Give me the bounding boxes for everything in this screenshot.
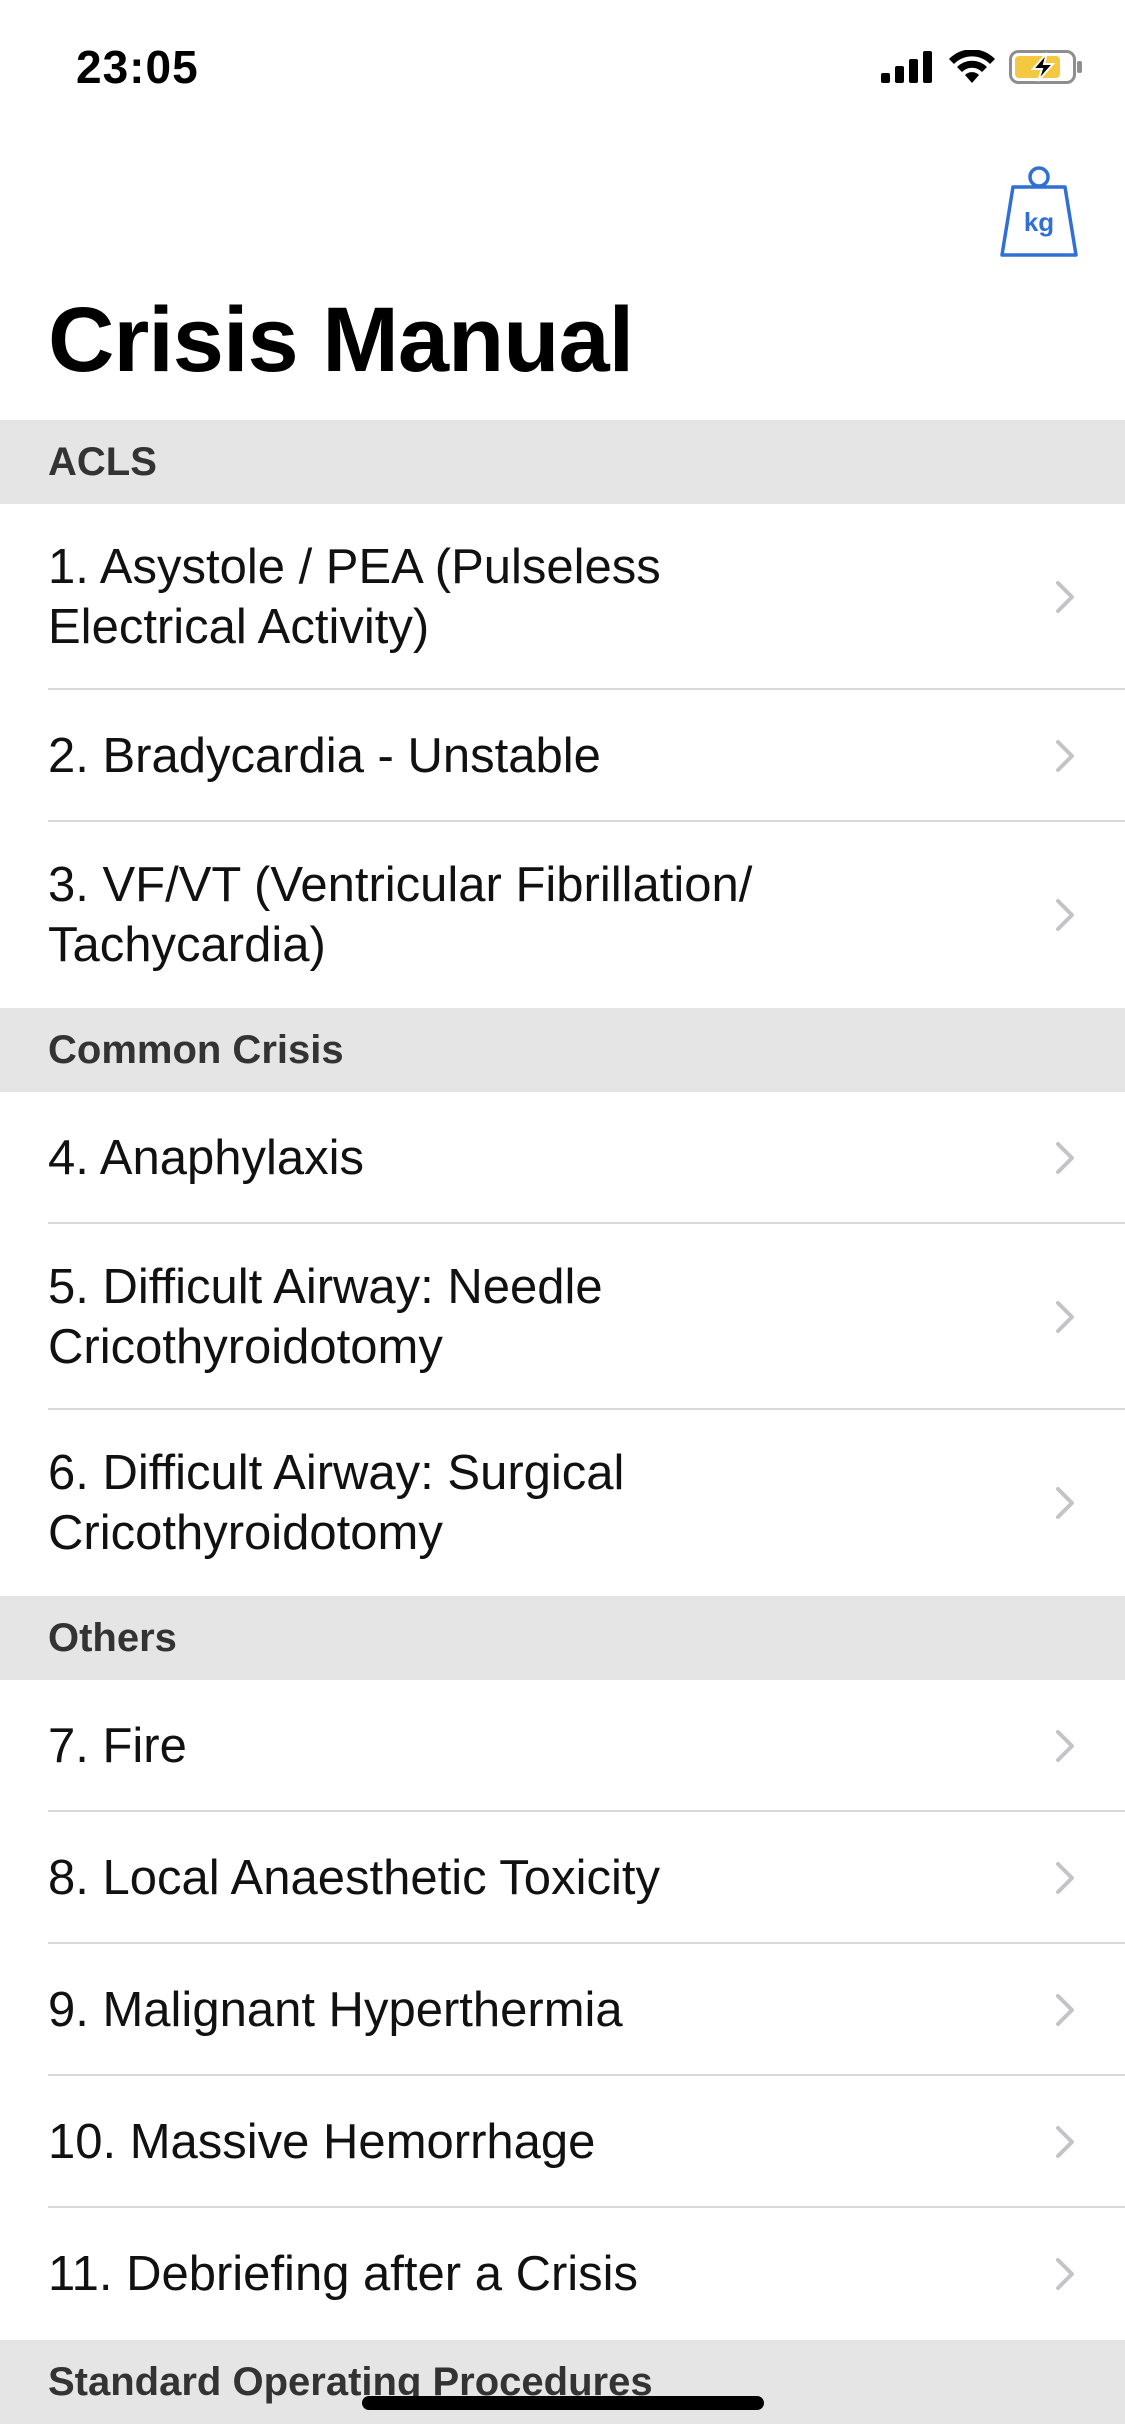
list-item-label: 8. Local Anaesthetic Toxicity (48, 1851, 660, 1905)
list-item-label: 7. Fire (48, 1719, 187, 1773)
crisis-list: ACLS 1. Asystole / PEA (Pulseless Electr… (0, 420, 1125, 2424)
list-item-label: 3. VF/VT (Ventricular Fibrillation/ Tach… (48, 858, 753, 972)
list-item[interactable]: 7. Fire (0, 1680, 1125, 1812)
chevron-right-icon (1056, 2126, 1074, 2158)
chevron-right-icon (1056, 740, 1074, 772)
list-item[interactable]: 2. Bradycardia - Unstable (0, 690, 1125, 822)
chevron-right-icon (1056, 1730, 1074, 1762)
section-header-standard-operating-procedures: Standard Operating Procedures (0, 2340, 1125, 2424)
list-item-label: 10. Massive Hemorrhage (48, 2115, 596, 2169)
list-item[interactable]: 5. Difficult Airway: Needle Cricothyroid… (0, 1224, 1125, 1410)
chevron-right-icon (1056, 2258, 1074, 2290)
wifi-icon (949, 50, 995, 83)
section-header-acls: ACLS (0, 420, 1125, 504)
chevron-right-icon (1056, 1142, 1074, 1174)
chevron-right-icon (1056, 1301, 1074, 1333)
battery-charging-icon (1009, 50, 1082, 84)
section-header-others: Others (0, 1596, 1125, 1680)
weight-kg-icon: kg (1000, 166, 1078, 257)
list-item[interactable]: 11. Debriefing after a Crisis (0, 2208, 1125, 2340)
chevron-right-icon (1056, 581, 1074, 613)
cellular-signal-icon (881, 51, 932, 83)
chevron-right-icon (1056, 1487, 1074, 1519)
list-item[interactable]: 3. VF/VT (Ventricular Fibrillation/ Tach… (0, 822, 1125, 1008)
list-item[interactable]: 6. Difficult Airway: Surgical Cricothyro… (0, 1410, 1125, 1596)
navigation-bar: kg (0, 135, 1125, 265)
list-item-label: 4. Anaphylaxis (48, 1131, 364, 1185)
chevron-right-icon (1056, 1994, 1074, 2026)
list-item-label: 6. Difficult Airway: Surgical Cricothyro… (48, 1446, 625, 1560)
list-item[interactable]: 10. Massive Hemorrhage (0, 2076, 1125, 2208)
list-item-label: 11. Debriefing after a Crisis (48, 2247, 639, 2301)
page-title: Crisis Manual (48, 289, 634, 391)
status-bar: 23:05 (0, 0, 1125, 135)
chevron-right-icon (1056, 899, 1074, 931)
list-item[interactable]: 4. Anaphylaxis (0, 1092, 1125, 1224)
patient-weight-button[interactable]: kg (999, 163, 1079, 257)
list-item-label: 5. Difficult Airway: Needle Cricothyroid… (48, 1260, 603, 1374)
list-item[interactable]: 9. Malignant Hyperthermia (0, 1944, 1125, 2076)
list-item[interactable]: 8. Local Anaesthetic Toxicity (0, 1812, 1125, 1944)
list-item-label: 1. Asystole / PEA (Pulseless Electrical … (48, 540, 661, 654)
status-icons (881, 50, 1083, 84)
status-time: 23:05 (76, 41, 199, 93)
list-item-label: 2. Bradycardia - Unstable (48, 729, 601, 783)
section-header-common-crisis: Common Crisis (0, 1008, 1125, 1092)
list-item-label: 9. Malignant Hyperthermia (48, 1983, 623, 2037)
chevron-right-icon (1056, 1862, 1074, 1894)
list-item[interactable]: 1. Asystole / PEA (Pulseless Electrical … (0, 504, 1125, 690)
weight-kg-text: kg (1024, 207, 1054, 237)
home-indicator[interactable] (362, 2396, 764, 2410)
